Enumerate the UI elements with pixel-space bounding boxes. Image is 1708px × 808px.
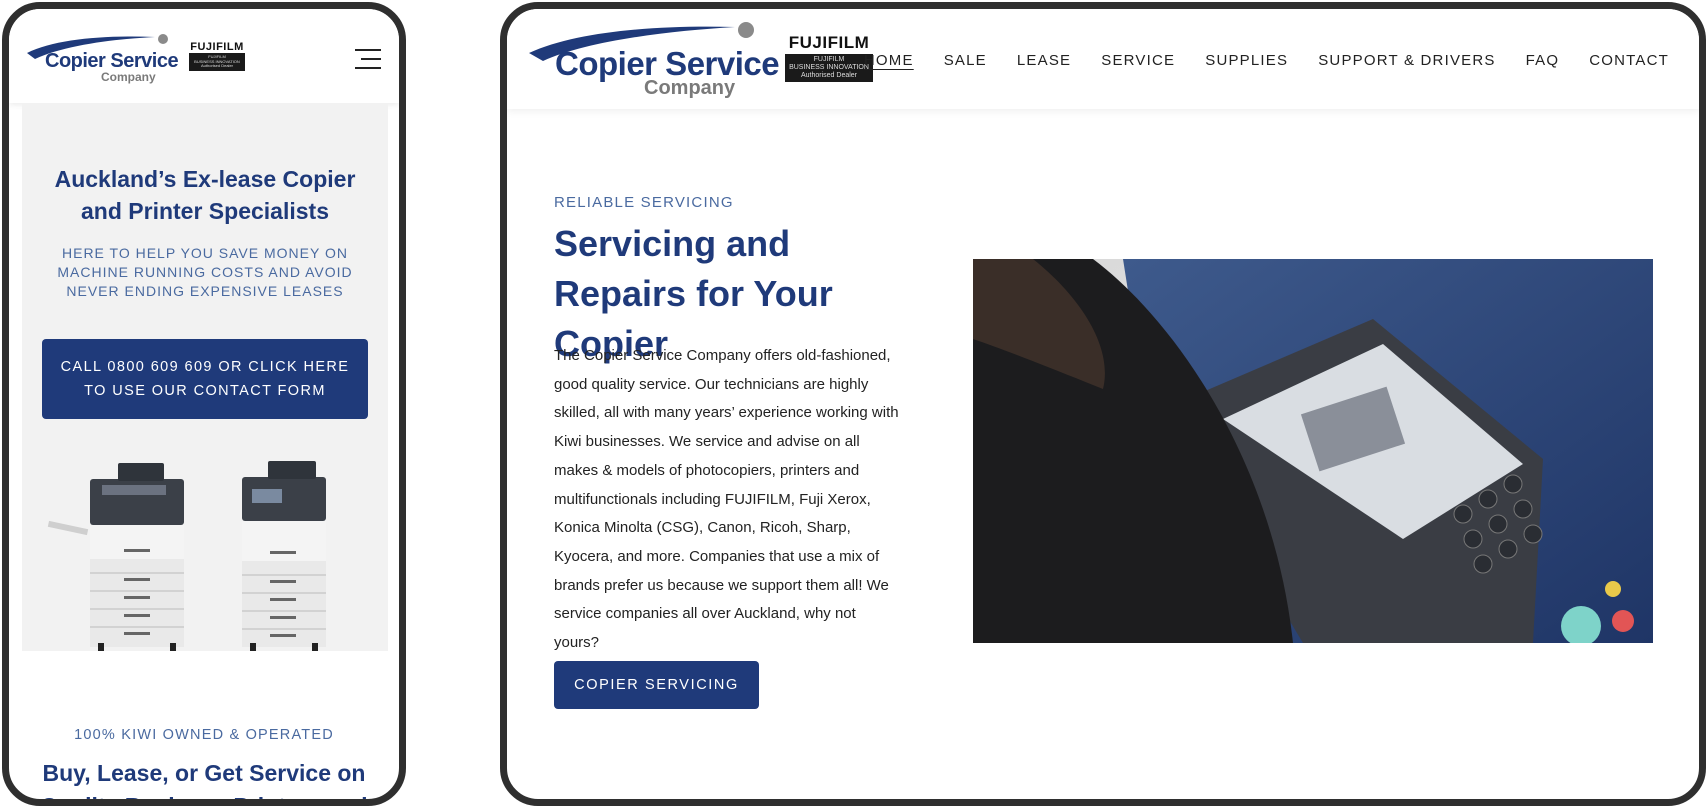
company-logo[interactable]: Copier Service Company — [527, 21, 780, 101]
copier-servicing-button[interactable]: COPIER SERVICING — [554, 661, 759, 709]
main-nav: HOME SALE LEASE SERVICE SUPPLIES SUPPORT… — [864, 52, 1669, 69]
nav-lease[interactable]: LEASE — [1017, 52, 1071, 69]
logo-subtext: Company — [644, 77, 736, 99]
dealer-line-3: Authorised Dealer — [200, 63, 234, 69]
nav-sale[interactable]: SALE — [944, 52, 987, 69]
fujifilm-badge: FUJIFILM FUJIFILM BUSINESS INNOVATION Au… — [785, 33, 873, 83]
dealer-line-1: FUJIFILM — [813, 56, 845, 63]
copier-service-photo — [973, 259, 1653, 643]
service-description: The Copier Service Company offers old-fa… — [554, 347, 899, 652]
logo-subtext: Company — [101, 70, 156, 84]
desktop-browser-frame: Copier Service Company FUJIFILM FUJIFILM… — [500, 2, 1706, 806]
contact-cta-button[interactable]: CALL 0800 609 609 OR CLICK HERE TO USE O… — [42, 339, 368, 419]
kiwi-owned-tagline: 100% KIWI OWNED & OPERATED — [74, 727, 334, 743]
nav-support-drivers[interactable]: SUPPORT & DRIVERS — [1318, 52, 1495, 69]
fujifilm-badge: FUJIFILM FUJIFILM BUSINESS INNOVATION Au… — [189, 41, 245, 71]
nav-contact[interactable]: CONTACT — [1589, 52, 1669, 69]
mobile-hero: Auckland’s Ex-lease Copier and Printer S… — [22, 103, 388, 651]
section-eyebrow: RELIABLE SERVICING — [554, 194, 734, 211]
fujifilm-wordmark: FUJIFILM — [190, 41, 244, 53]
hamburger-menu-icon[interactable] — [355, 49, 381, 71]
fujifilm-dealer-box: FUJIFILM BUSINESS INNOVATION Authorised … — [189, 53, 245, 71]
hero-subtitle: HERE TO HELP YOU SAVE MONEY ON MACHINE R… — [57, 245, 353, 299]
nav-home[interactable]: HOME — [864, 52, 914, 69]
desktop-header: Copier Service Company FUJIFILM FUJIFILM… — [507, 9, 1699, 109]
company-logo[interactable]: Copier Service Company — [25, 33, 185, 84]
nav-service[interactable]: SERVICE — [1101, 52, 1175, 69]
fujifilm-wordmark: FUJIFILM — [788, 33, 870, 52]
hero-title: Auckland’s Ex-lease Copier and Printer S… — [54, 166, 356, 224]
dealer-line-2: BUSINESS INNOVATION — [789, 64, 869, 72]
mobile-device-frame: Copier Service Company FUJIFILM FUJIFILM… — [2, 2, 406, 806]
nav-supplies[interactable]: SUPPLIES — [1205, 52, 1288, 69]
printers-image — [47, 461, 326, 651]
section-title: Buy, Lease, or Get Service on Quality Bu… — [40, 760, 368, 806]
fujifilm-dealer-box: FUJIFILM BUSINESS INNOVATION Authorised … — [785, 54, 873, 83]
nav-faq[interactable]: FAQ — [1526, 52, 1560, 69]
mobile-header: Copier Service Company FUJIFILM FUJIFILM… — [9, 9, 399, 103]
dealer-line-3: Authorised Dealer — [800, 72, 858, 80]
